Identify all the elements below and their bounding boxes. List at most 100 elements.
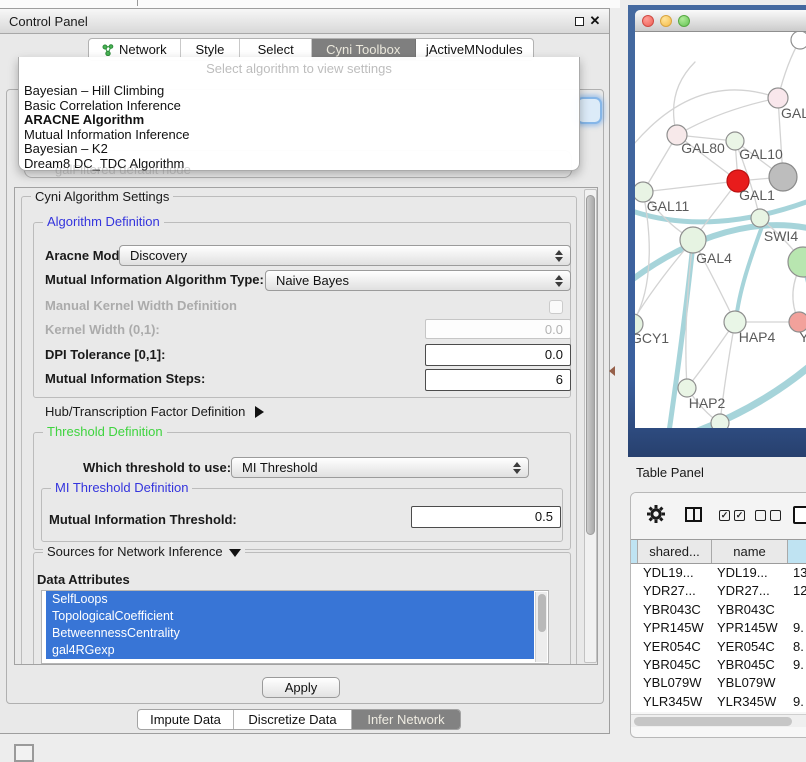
node-top[interactable] [791,32,806,49]
dpi-tolerance-field[interactable]: 0.0 [425,344,571,366]
tab-infer-network[interactable]: Infer Network [352,710,460,729]
settings-scrollbar-thumb[interactable] [586,195,595,535]
table-cell: 9. [788,656,806,674]
mi-threshold-label: Mutual Information Threshold: [49,512,237,527]
column-header-selected-sliver[interactable] [631,540,638,563]
corner-widget-icon[interactable] [14,744,34,762]
document-icon[interactable] [793,506,806,524]
splitter-arrow-icon[interactable] [609,366,615,376]
algorithm-item-bayesian-hill-climbing[interactable]: Bayesian – Hill Climbing [24,84,574,99]
list-scrollbar-thumb[interactable] [538,594,546,632]
table-cell: YIL052C [712,711,788,712]
node-gal80-label: GAL80 [681,140,725,156]
table-cell: YBR043C [638,601,712,619]
control-panel-title: Control Panel [9,14,88,29]
list-item-gal4rgexp[interactable]: gal4RGexp [46,642,534,659]
node-gcy1-label: GCY1 [635,330,669,346]
network-graph: GALGAL80GAL10GAL1GAL11SWI4GAL4GCY1HAP4YH… [635,32,806,428]
table-toolbar [631,493,806,539]
algorithm-item-basic-correlation-inference[interactable]: Basic Correlation Inference [24,99,574,114]
dpi-tolerance-label: DPI Tolerance [0,1]: [45,347,165,362]
node-gal-pink-label: GAL [781,105,806,121]
table-row[interactable]: YBL079WYBL079W [631,674,806,692]
mi-type-combo[interactable]: Naive Bayes [265,270,571,291]
tab-label: Style [196,42,225,57]
cell-sliver [631,638,638,656]
table-cell: YER054C [638,638,712,656]
network-edge-thick [736,224,763,320]
column-header-a[interactable]: A [788,540,806,563]
sources-title[interactable]: Sources for Network Inference [43,545,245,558]
mi-steps-field[interactable]: 6 [425,369,571,391]
manual-kernel-checkbox[interactable] [549,300,563,314]
table-row[interactable]: YLR345WYLR345W9. [631,693,806,711]
table-row[interactable]: YBR045CYBR045C9. [631,656,806,674]
settings-scrollbar[interactable] [584,189,597,663]
node-swi4-label: SWI4 [764,228,798,244]
table-cell: YDR27... [638,582,712,600]
list-item-topologicalcoefficient[interactable]: TopologicalCoefficient [46,608,534,625]
aracne-mode-combo[interactable]: Discovery [119,245,571,266]
tab-impute-data[interactable]: Impute Data [138,710,234,729]
column-header-shared[interactable]: shared... [638,540,712,563]
table-row[interactable]: YBR043CYBR043C [631,601,806,619]
screen: Control Panel NetworkStyleSelectCyni Too… [0,0,806,762]
unchecked-box-icon[interactable] [755,510,766,521]
table-hscrollbar-thumb[interactable] [634,717,792,726]
column-header-name[interactable]: name [712,540,788,563]
cell-sliver [631,693,638,711]
table-cell: 9. [788,619,806,637]
apply-button[interactable]: Apply [262,677,340,698]
checked-box-icon[interactable] [734,510,745,521]
table-cell: 9 [788,711,806,712]
dropdown-items: Bayesian – Hill ClimbingBasic Correlatio… [24,84,574,172]
checked-box-icon[interactable] [719,510,730,521]
list-item-selfloops[interactable]: SelfLoops [46,591,534,608]
tab-discretize-data[interactable]: Discretize Data [234,710,352,729]
top-tick [137,0,138,6]
threshold-definition-title: Threshold Definition [43,425,167,438]
kernel-width-field[interactable]: 0.0 [425,319,571,339]
table-row[interactable]: YDR27...YDR27...12 [631,582,806,600]
table-cell: YIL052C [638,711,712,712]
cyni-algorithm-settings-title: Cyni Algorithm Settings [31,190,173,203]
table-row[interactable]: YPR145WYPR145W9. [631,619,806,637]
network-window-titlebar[interactable] [635,10,806,32]
unchecked-box-icon[interactable] [770,510,781,521]
table-cell: 8. [788,638,806,656]
algorithm-item-bayesian-k2[interactable]: Bayesian – K2 [24,142,574,157]
list-scrollbar[interactable] [535,592,547,662]
mi-threshold-field[interactable]: 0.5 [411,506,561,528]
table-row[interactable]: YER054CYER054C8. [631,638,806,656]
algorithm-item-mutual-information-inference[interactable]: Mutual Information Inference [24,128,574,143]
table-cell: YDR27... [712,582,788,600]
table-cell [788,601,806,619]
minimize-traffic-light-icon[interactable] [660,15,672,27]
float-window-icon[interactable] [575,17,584,26]
which-threshold-combo[interactable]: MI Threshold [231,457,529,478]
split-columns-icon[interactable] [685,507,702,522]
stepper-arrows-icon [513,462,521,474]
table-row[interactable]: YIL052CYIL052C9 [631,711,806,712]
collapse-down-icon [229,549,241,557]
network-canvas[interactable]: GALGAL80GAL10GAL1GAL11SWI4GAL4GCY1HAP4YH… [635,32,806,428]
node-hap4-label: HAP4 [739,329,776,345]
node-swi4[interactable] [751,209,769,227]
background-combo-text: galFiltered default node [55,162,191,177]
close-icon[interactable] [588,13,602,29]
table-cell: YBR045C [712,656,788,674]
table-cell: 12 [788,582,806,600]
bottom-tabbar: Impute DataDiscretize DataInfer Network [137,709,461,730]
table-hscrollbar[interactable] [631,714,806,727]
list-item-betweennesscentrality[interactable]: BetweennessCentrality [46,625,534,642]
algorithm-item-aracne-algorithm[interactable]: ARACNE Algorithm [24,113,574,128]
close-traffic-light-icon[interactable] [642,15,654,27]
node-bottom[interactable] [711,414,729,428]
settings-viewport: Cyni Algorithm Settings Algorithm Defini… [14,187,598,665]
hub-section-toggle[interactable]: Hub/Transcription Factor Definition [45,404,264,419]
gear-icon[interactable] [647,505,665,523]
node-biggreen[interactable] [788,247,806,277]
zoom-traffic-light-icon[interactable] [678,15,690,27]
table-row[interactable]: YDL19...YDL19...13 [631,564,806,582]
mi-steps-label: Mutual Information Steps: [45,371,205,386]
